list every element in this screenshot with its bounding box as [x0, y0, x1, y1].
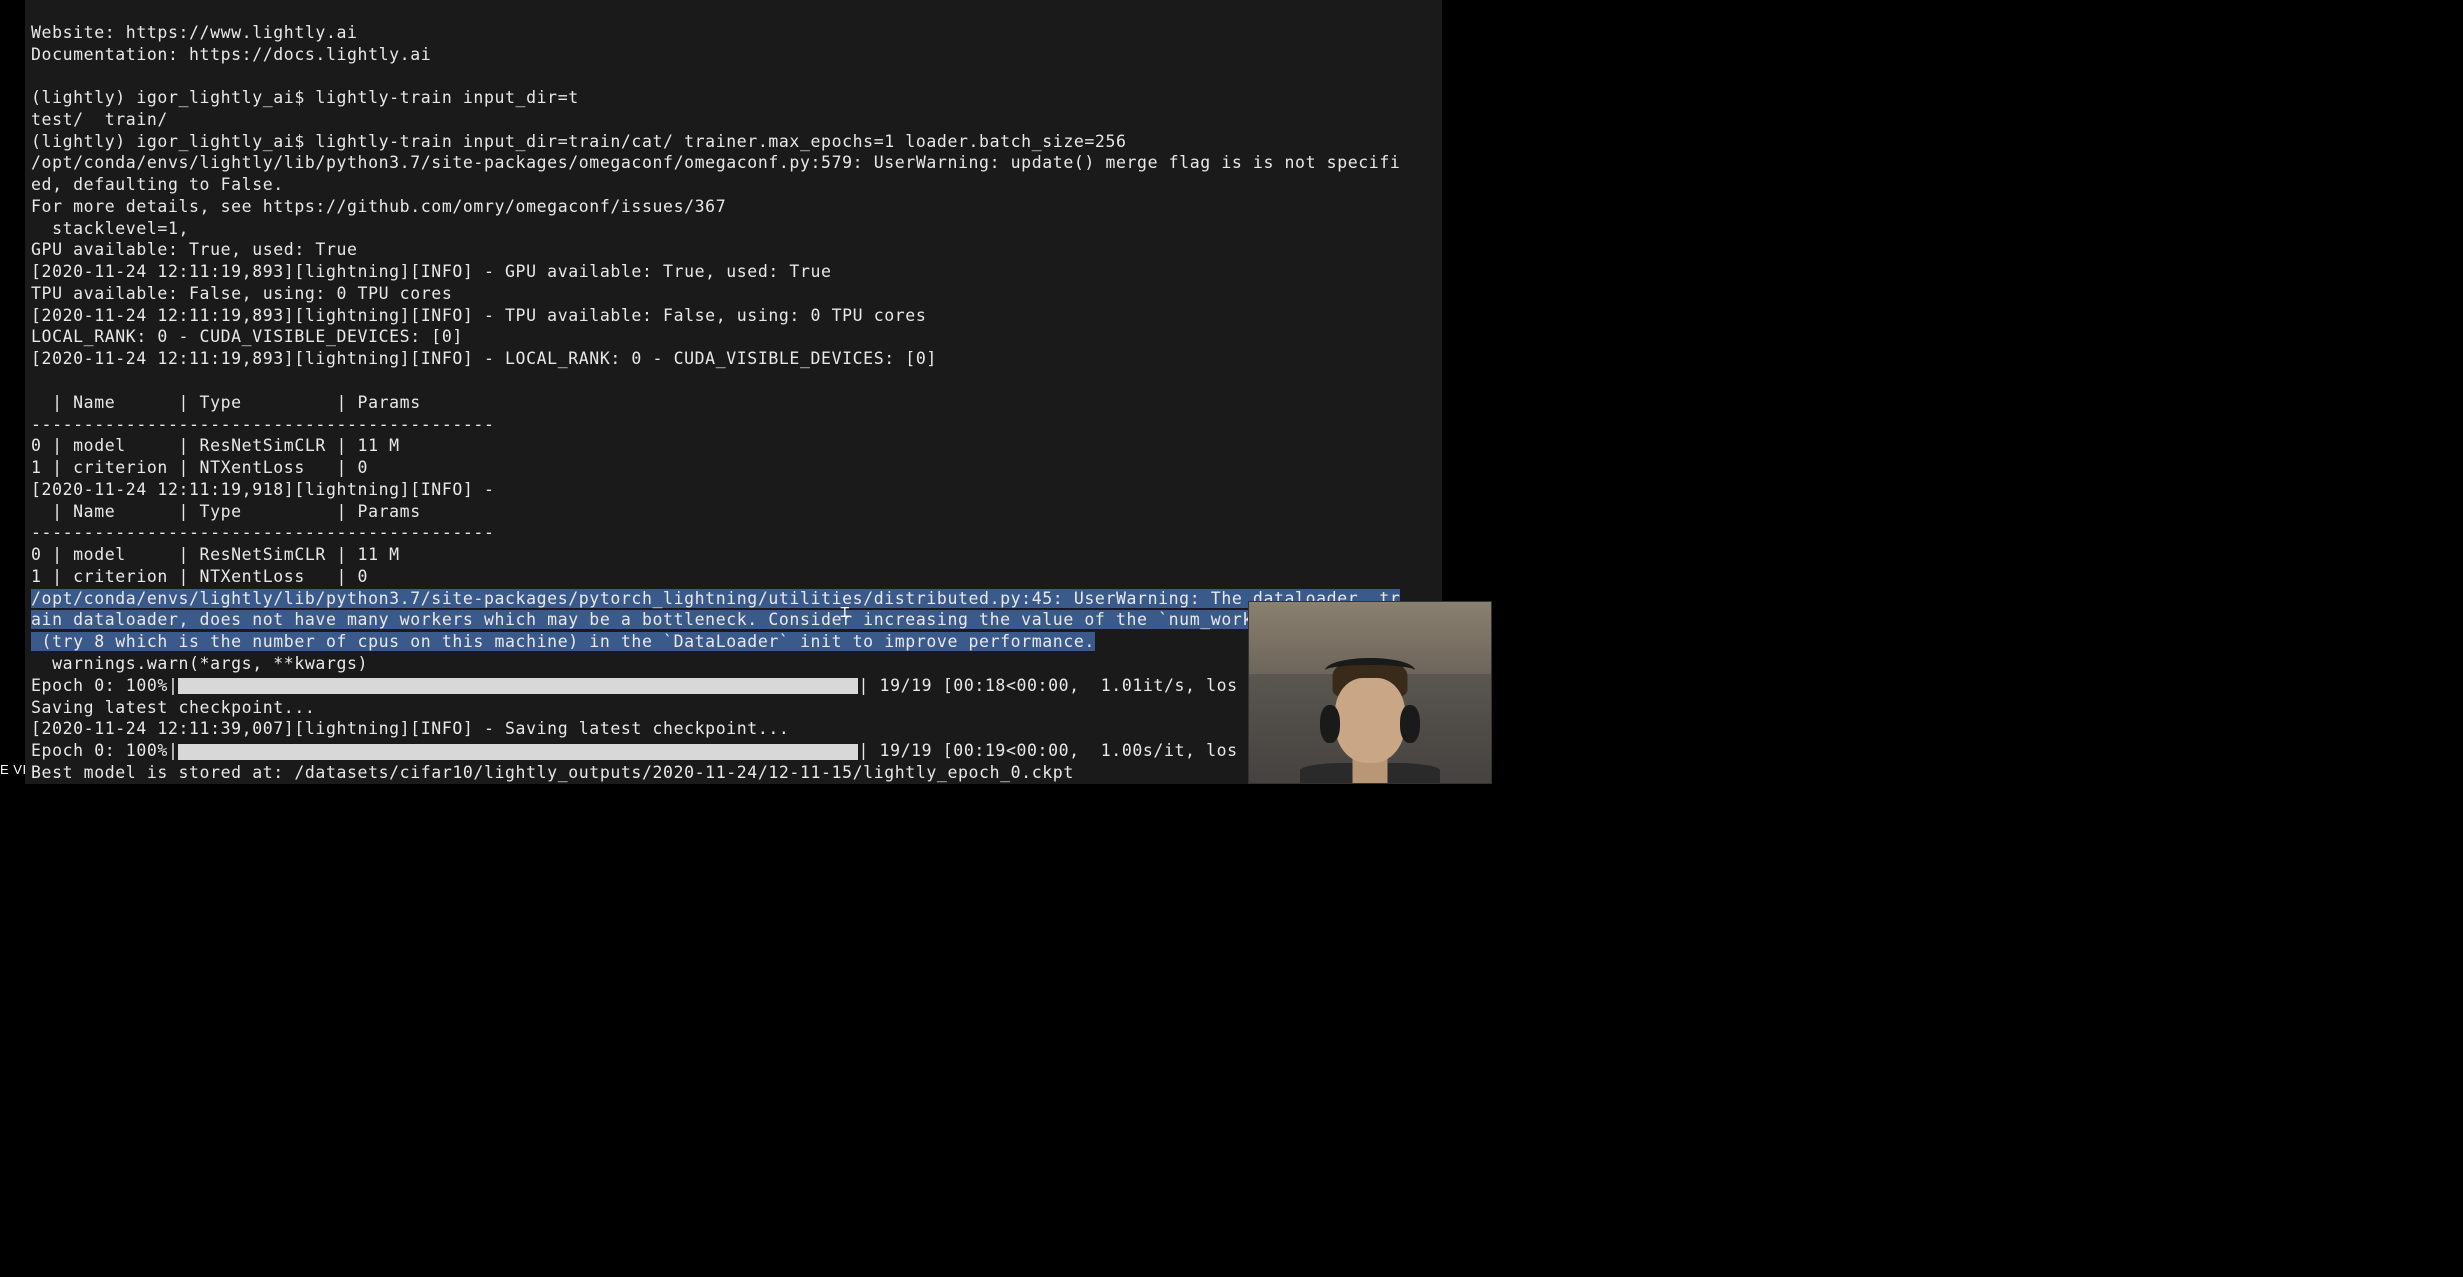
- term-line-selected: (try 8 which is the number of cpus on th…: [31, 632, 1095, 651]
- term-line: LOCAL_RANK: 0 - CUDA_VISIBLE_DEVICES: [0…: [31, 327, 463, 346]
- term-line: Documentation: https://docs.lightly.ai: [31, 45, 431, 64]
- term-line: | Name | Type | Params: [31, 393, 421, 412]
- term-line: For more details, see https://github.com…: [31, 197, 726, 216]
- webcam-frame: [1249, 602, 1491, 783]
- term-line: ed, defaulting to False.: [31, 175, 284, 194]
- progress-suffix: | 19/19 [00:19<00:00, 1.00s/it, los: [858, 741, 1237, 760]
- term-line: /opt/conda/envs/lightly/lib/python3.7/si…: [31, 153, 1400, 172]
- progress-prefix: Epoch 0: 100%|: [31, 741, 178, 760]
- progress-prefix: Epoch 0: 100%|: [31, 676, 178, 695]
- term-line: 1 | criterion | NTXentLoss | 0: [31, 567, 368, 586]
- term-line-selected: /opt/conda/envs/lightly/lib/python3.7/si…: [31, 589, 1400, 608]
- term-line: (lightly) igor_lightly_ai$ lightly-train…: [31, 88, 579, 107]
- term-line: [2020-11-24 12:11:19,893][lightning][INF…: [31, 262, 832, 281]
- term-line: 1 | criterion | NTXentLoss | 0: [31, 458, 368, 477]
- terminal-window[interactable]: Website: https://www.lightly.ai Document…: [25, 0, 1442, 784]
- term-line: [2020-11-24 12:11:19,893][lightning][INF…: [31, 306, 926, 325]
- term-line: ----------------------------------------…: [31, 523, 495, 542]
- term-line: (lightly) igor_lightly_ai$ lightly-train…: [31, 132, 1127, 151]
- webcam-overlay: [1248, 601, 1492, 784]
- term-line: GPU available: True, used: True: [31, 240, 358, 259]
- term-line: ----------------------------------------…: [31, 415, 495, 434]
- term-line: test/ train/: [31, 110, 168, 129]
- progress-line-2: Epoch 0: 100%| | 19/19 [00:19<00:00, 1.00…: [31, 741, 1238, 760]
- progress-suffix: | 19/19 [00:18<00:00, 1.01it/s, los: [858, 676, 1237, 695]
- term-line: warnings.warn(*args, **kwargs): [31, 654, 368, 673]
- progress-bar-fill: [178, 678, 858, 694]
- term-line: Website: https://www.lightly.ai: [31, 23, 358, 42]
- term-line: [2020-11-24 12:11:39,007][lightning][INF…: [31, 719, 789, 738]
- progress-bar-fill: [178, 744, 858, 760]
- term-line: 0 | model | ResNetSimCLR | 11 M: [31, 436, 400, 455]
- term-line-selected: ain dataloader, does not have many worke…: [31, 610, 1400, 629]
- term-line: Best model is stored at: /datasets/cifar…: [31, 763, 1074, 782]
- term-line: [2020-11-24 12:11:19,918][lightning][INF…: [31, 480, 495, 499]
- terminal-output: Website: https://www.lightly.ai Document…: [25, 0, 1442, 784]
- progress-line-1: Epoch 0: 100%| | 19/19 [00:18<00:00, 1.01…: [31, 676, 1238, 695]
- term-line: 0 | model | ResNetSimCLR | 11 M: [31, 545, 400, 564]
- term-line: [2020-11-24 12:11:19,893][lightning][INF…: [31, 349, 937, 368]
- term-line: Saving latest checkpoint...: [31, 698, 315, 717]
- term-line: stacklevel=1,: [31, 219, 189, 238]
- person-icon: [1315, 653, 1425, 783]
- term-line: | Name | Type | Params: [31, 502, 421, 521]
- term-line: TPU available: False, using: 0 TPU cores: [31, 284, 452, 303]
